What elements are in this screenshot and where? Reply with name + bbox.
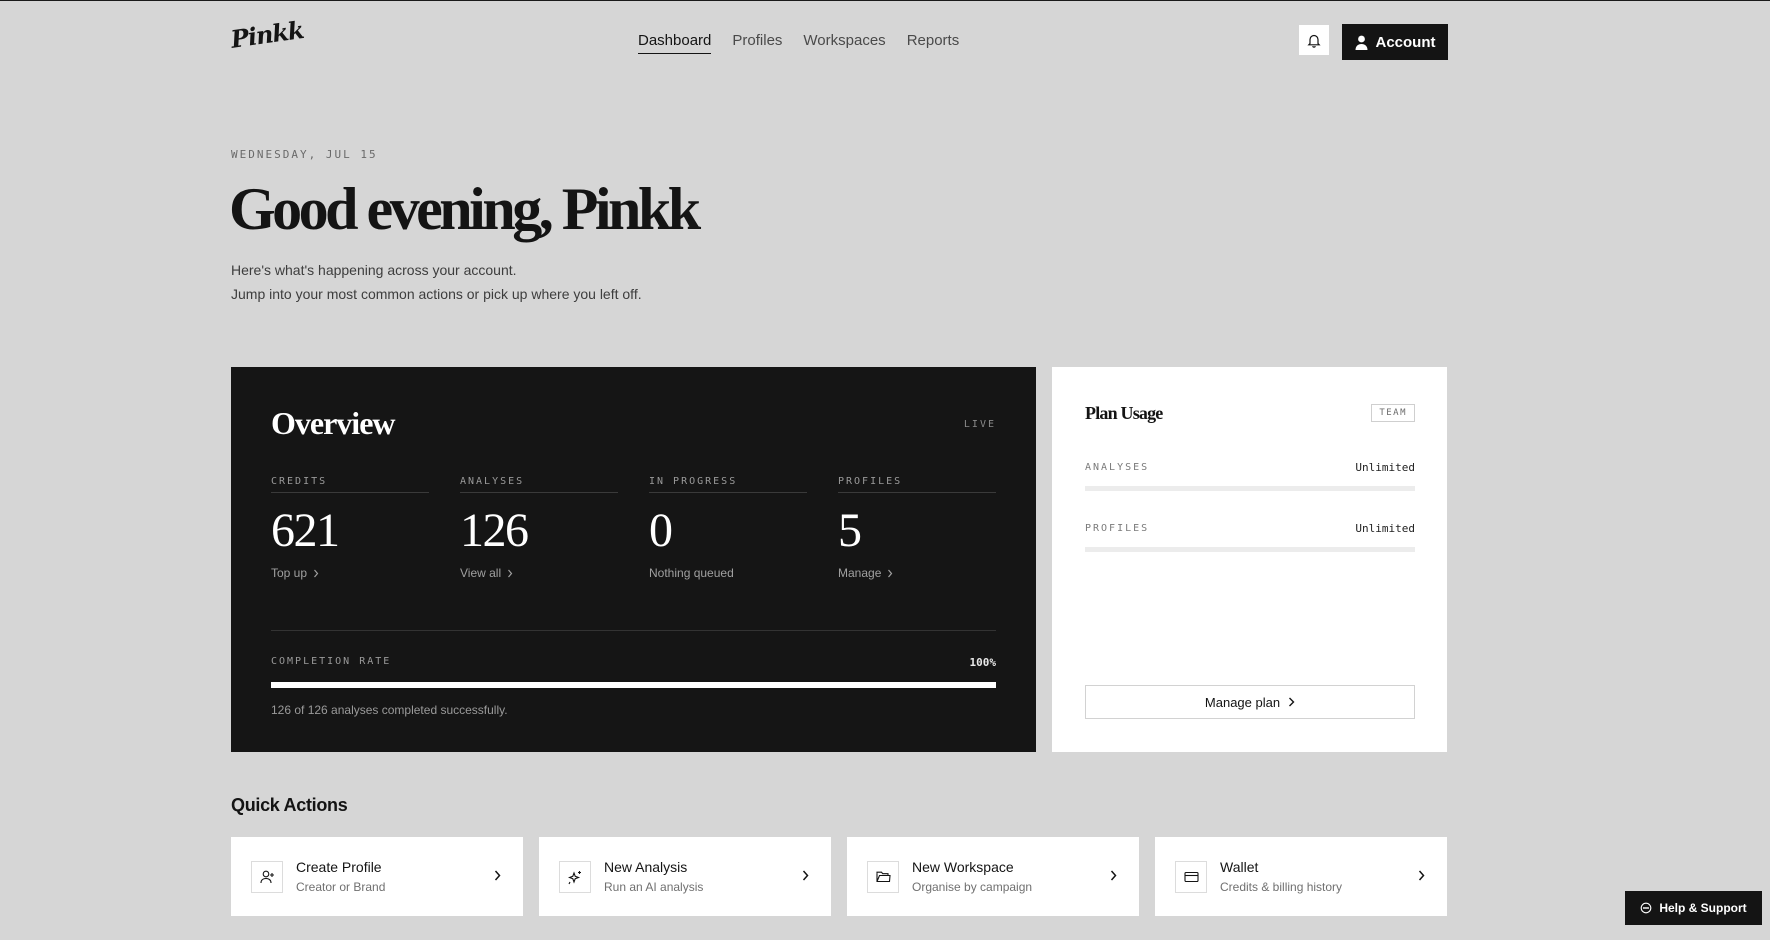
manage-plan-label: Manage plan [1204, 694, 1281, 710]
stat-credits: CREDITS 621 Top up [271, 476, 429, 580]
page-title: Good evening, Pinkk [229, 176, 701, 242]
live-indicator: LIVE [963, 419, 996, 430]
greeting-line-1: Here's what's happening across your acco… [231, 262, 517, 278]
quick-actions-title: Quick Actions [231, 795, 348, 815]
chevron-right-icon [494, 870, 501, 881]
usage-bar [1085, 486, 1415, 491]
usage-value: Unlimited [1355, 461, 1415, 474]
bell-icon [1307, 34, 1321, 48]
brand-logo[interactable]: Pinkk [229, 15, 305, 54]
usage-bar [1085, 547, 1415, 552]
chevron-right-icon [1418, 870, 1425, 881]
action-title: New Workspace [912, 859, 1014, 875]
stat-label: PROFILES [838, 476, 996, 493]
stat-value: 126 [460, 504, 529, 557]
stat-profiles: PROFILES 5 Manage [838, 476, 996, 580]
user-icon [1355, 35, 1367, 50]
completion-rate-label: COMPLETION RATE [271, 656, 392, 667]
card-icon [1183, 871, 1199, 883]
stat-label: IN PROGRESS [649, 476, 807, 493]
action-title: Wallet [1220, 859, 1259, 875]
action-subtitle: Organise by campaign [912, 880, 1033, 894]
stat-value: 621 [271, 504, 340, 557]
stat-link-label: Manage [838, 566, 882, 580]
divider [271, 630, 996, 631]
completion-progress-bar [271, 682, 996, 688]
wallet-card[interactable]: Wallet Credits & billing history [1155, 837, 1447, 916]
chevron-right-icon [314, 569, 319, 577]
stat-link-label: Nothing queued [649, 566, 734, 580]
stat-value: 5 [838, 504, 862, 557]
chevron-right-icon [508, 569, 513, 577]
plan-usage-card: Plan Usage TEAM ANALYSES Unlimited PROFI… [1052, 367, 1447, 752]
stat-analyses: ANALYSES 126 View all [460, 476, 618, 580]
manage-profiles-link[interactable]: Manage [838, 566, 996, 580]
stat-note: Nothing queued [649, 566, 807, 580]
manage-plan-button[interactable]: Manage plan [1085, 685, 1415, 719]
chat-icon [1640, 902, 1652, 914]
help-support-button[interactable]: Help & Support [1625, 891, 1762, 925]
stat-in-progress: IN PROGRESS 0 Nothing queued [649, 476, 807, 580]
tab-workspaces[interactable]: Workspaces [803, 32, 885, 54]
account-button[interactable]: Account [1342, 24, 1448, 60]
greeting-line-2: Jump into your most common actions or pi… [231, 286, 642, 302]
chevron-right-icon [1289, 697, 1295, 707]
tab-profiles[interactable]: Profiles [732, 32, 782, 54]
top-bar: Pinkk Dashboard Profiles Workspaces Repo… [229, 15, 1448, 61]
usage-row-profiles: PROFILES Unlimited [1085, 522, 1415, 552]
create-profile-card[interactable]: Create Profile Creator or Brand [231, 837, 523, 916]
overview-title: Overview [271, 405, 395, 441]
user-plus-icon-box [251, 861, 283, 893]
action-subtitle: Credits & billing history [1220, 880, 1343, 894]
help-support-label: Help & Support [1659, 901, 1747, 915]
account-label: Account [1375, 33, 1436, 51]
overview-card: Overview LIVE CREDITS 621 Top up ANALYSE… [231, 367, 1036, 752]
completion-progress-fill [271, 682, 996, 688]
usage-label: ANALYSES [1085, 462, 1150, 473]
card-icon-box [1175, 861, 1207, 893]
chevron-right-icon [1110, 870, 1117, 881]
action-subtitle: Run an AI analysis [604, 880, 704, 894]
usage-label: PROFILES [1085, 523, 1150, 534]
new-workspace-card[interactable]: New Workspace Organise by campaign [847, 837, 1139, 916]
greeting-subtext: Here's what's happening across your acco… [231, 258, 642, 306]
sparkle-icon-box [559, 861, 591, 893]
notifications-button[interactable] [1299, 25, 1329, 55]
tab-dashboard[interactable]: Dashboard [638, 32, 712, 54]
user-plus-icon [259, 870, 274, 884]
completion-rate-value: 100% [969, 656, 997, 669]
tab-reports[interactable]: Reports [907, 32, 960, 54]
action-subtitle: Creator or Brand [296, 880, 386, 894]
action-title: Create Profile [296, 859, 382, 875]
chevron-right-icon [802, 870, 809, 881]
chevron-right-icon [888, 569, 893, 577]
new-analysis-card[interactable]: New Analysis Run an AI analysis [539, 837, 831, 916]
completion-caption: 126 of 126 analyses completed successful… [271, 703, 508, 717]
usage-value: Unlimited [1355, 522, 1415, 535]
usage-row-analyses: ANALYSES Unlimited [1085, 461, 1415, 491]
folder-icon [875, 871, 891, 883]
action-title: New Analysis [604, 859, 688, 875]
stat-link-label: Top up [271, 566, 308, 580]
plan-usage-title: Plan Usage [1085, 403, 1163, 423]
sparkle-icon [567, 870, 581, 884]
date-label: WEDNESDAY, JUL 15 [231, 148, 378, 161]
stat-link-label: View all [460, 566, 502, 580]
plan-badge: TEAM [1371, 404, 1415, 422]
stat-label: ANALYSES [460, 476, 618, 493]
top-up-link[interactable]: Top up [271, 566, 429, 580]
main-nav: Dashboard Profiles Workspaces Reports [638, 32, 959, 54]
view-all-link[interactable]: View all [460, 566, 618, 580]
stat-value: 0 [649, 504, 673, 557]
folder-icon-box [867, 861, 899, 893]
stat-label: CREDITS [271, 476, 429, 493]
